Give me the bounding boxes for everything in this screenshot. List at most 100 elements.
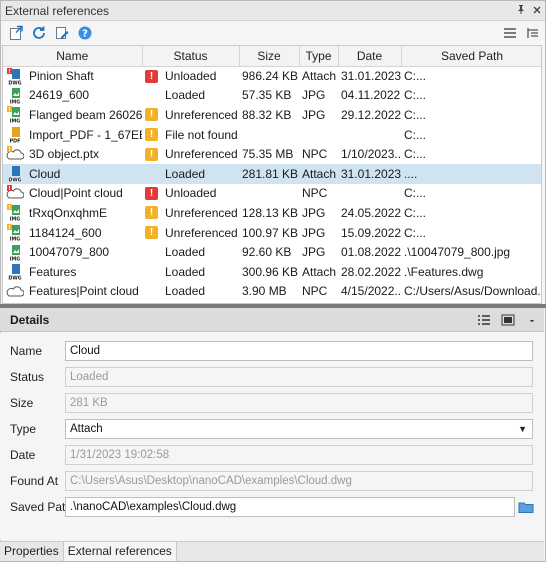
list-view-icon[interactable] [499,23,521,43]
xref-status: File not found [165,127,238,142]
cell-saved-path: C:... [404,88,427,103]
tree-view-icon[interactable] [522,23,544,43]
cell-type: JPG [302,245,326,260]
attach-icon[interactable] [5,23,27,43]
file-type-icon: ! [6,184,25,202]
cell-date [338,125,401,145]
file-type-icon: PDF [6,126,24,144]
cell-saved-path: C:... [404,225,427,240]
cell-status: ! Unreferenced [142,223,239,243]
found-at-field: C:\Users\Asus\Desktop\nanoCAD\examples\C… [65,471,533,491]
file-type-icon: DWG [6,263,24,282]
table-row[interactable]: Features|Point cloud Loaded 3.90 MB NPC 4/15… [3,282,541,302]
file-type-icon: IMG! [6,224,24,242]
table-row[interactable]: IMG 10047079_800 Loaded 92.60 KB JPG 01.08.20… [3,242,541,262]
panel-layout-icon[interactable] [496,314,520,326]
cell-type [299,125,338,145]
field-row-size: Size 281 KB [0,392,544,414]
table-row[interactable]: ! 3D object.ptx! Unreferenced 75.35 MB NPC 1/… [3,144,541,164]
svg-text:DWG: DWG [8,276,21,280]
cell-size: 300.96 KB [242,264,299,279]
table-row[interactable]: IMG! 1184124_600! Unreferenced 100.97 KB JPG… [3,223,541,243]
cell-name: IMG! tRxqOnxqhmE [3,203,142,223]
edit-icon[interactable] [51,23,73,43]
table-row[interactable]: DWG! Pinion Shaft! Unloaded 986.24 KB Attach… [3,66,541,86]
xref-status: Unreferenced [165,107,238,122]
cell-status: ! Unreferenced [142,105,239,125]
cell-name: ! 3D object.ptx [3,144,142,164]
field-row-found-at: Found At C:\Users\Asus\Desktop\nanoCAD\e… [0,470,544,492]
table-row[interactable]: DWG Cloud Loaded 281.81 KB Attach 31.01.2023.… [3,163,541,184]
cell-status: Loaded [142,163,239,184]
folder-icon[interactable] [518,500,534,514]
cell-type: NPC [302,186,328,201]
pin-icon[interactable] [513,4,529,17]
xref-name: Import_PDF - 1_67EB [29,127,142,142]
cell-type: JPG [302,205,326,220]
table-row[interactable]: IMG! Flanged beam 26026! Unreferenced 88.32… [3,105,541,125]
type-dropdown[interactable]: Attach ▼ [65,419,533,439]
cell-name: DWG Features [3,262,142,282]
table-row[interactable]: IMG! tRxqOnxqhmE! Unreferenced 128.13 KB JPG… [3,203,541,223]
panel-title: External references [5,3,110,18]
xref-name: 24619_600 [29,88,90,103]
cell-date: 29.12.2022... [341,107,401,122]
collapse-details-button[interactable]: - [520,313,544,327]
cell-date: 1/10/2023... [341,147,401,162]
tab-properties[interactable]: Properties [0,542,63,561]
cell-saved-path: .... [401,163,541,184]
table-row[interactable]: ! Cloud|Point cloud! Unloaded NPC C:... [3,184,541,204]
cell-size: 986.24 KB [242,69,299,84]
status-icon: ! [145,226,158,240]
cell-name: IMG! Flanged beam 26026 [3,105,142,125]
status-field: Loaded [65,367,533,387]
xref-status: Unreferenced [165,205,238,220]
name-field[interactable]: Cloud [65,341,533,361]
file-type-icon: ! [6,145,25,163]
svg-text:DWG: DWG [8,80,21,84]
help-icon[interactable]: ? [74,23,96,43]
refresh-icon[interactable] [28,23,50,43]
column-header-name[interactable]: Name [3,46,143,67]
field-row-type: Type Attach ▼ [0,418,544,440]
cell-name: IMG! 1184124_600 [3,223,142,242]
toolbar: ? [1,21,545,45]
close-icon[interactable] [529,5,545,17]
cell-status: Loaded [142,282,239,302]
tab-external-references[interactable]: External references [62,542,177,561]
svg-text:!: ! [8,186,10,192]
column-header-status[interactable]: Status [142,46,240,67]
column-header-saved-path[interactable]: Saved Path [401,46,541,67]
file-type-icon: IMG [6,87,24,105]
cell-size [239,125,299,145]
status-icon: ! [145,186,158,200]
saved-path-field[interactable]: .\nanoCAD\examples\Cloud.dwg [65,497,515,517]
list-layout-icon[interactable] [472,314,496,326]
cell-size: 100.97 KB [242,225,299,240]
svg-text:!: ! [8,206,10,212]
xref-name: tRxqOnxqhmE [29,205,108,220]
xref-status: Loaded [165,245,206,260]
cell-size: 3.90 MB [242,284,287,299]
cell-size [239,184,299,204]
column-header-type[interactable]: Type [299,46,339,67]
table-row[interactable]: DWG Features Loaded 300.96 KB Attach 28.02.20… [3,262,541,282]
table-row[interactable]: IMG 24619_600 Loaded 57.35 KB JPG 04.11.2022.… [3,86,541,105]
file-type-icon [6,283,25,300]
cell-type: JPG [302,225,326,240]
cell-type: Attach [302,69,337,84]
cell-name: IMG 24619_600 [3,86,142,105]
status-icon: ! [145,128,158,142]
xref-name: Cloud|Point cloud [29,186,123,201]
cell-name: PDF Import_PDF - 1_67EB [3,125,142,144]
table-row[interactable]: PDF Import_PDF - 1_67EB! File not found C:.… [3,125,541,145]
column-header-size[interactable]: Size [239,46,300,67]
cell-type: NPC [302,147,328,162]
cell-saved-path: C:... [404,127,427,142]
column-header-date[interactable]: Date [338,46,402,67]
field-row-date: Date 1/31/2023 19:02:58 [0,444,544,466]
date-field: 1/31/2023 19:02:58 [65,445,533,465]
cell-saved-path: C:... [404,69,427,84]
cell-size: 75.35 MB [242,147,294,162]
cell-size: 57.35 KB [242,88,292,103]
